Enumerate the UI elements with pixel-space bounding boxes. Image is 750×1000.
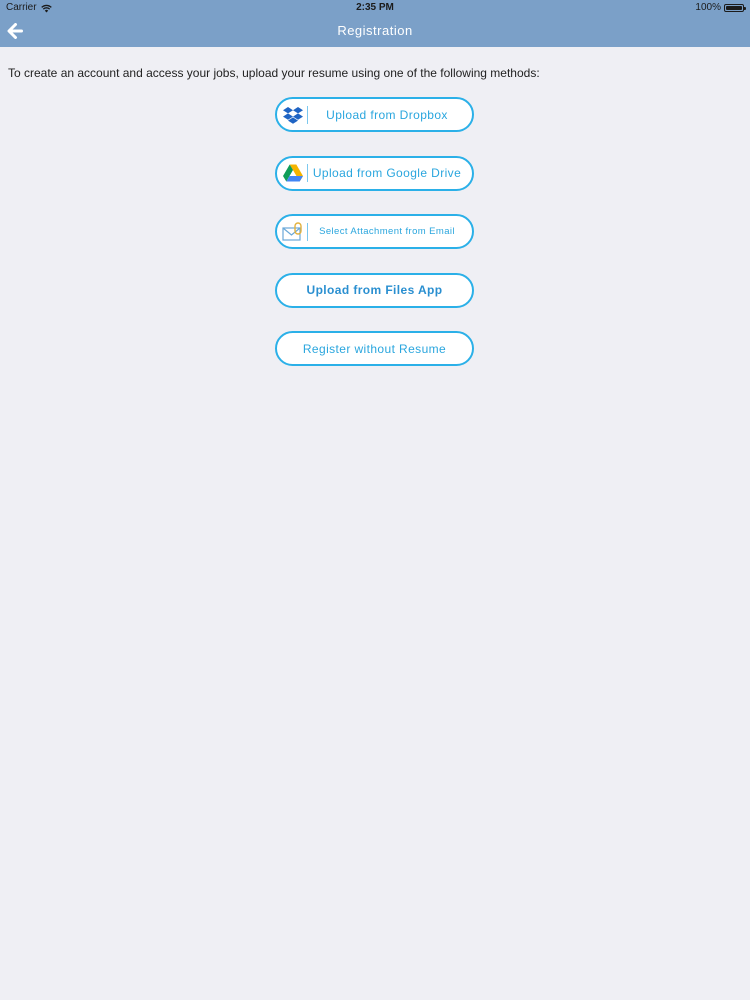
status-right: 100% <box>695 0 746 15</box>
email-attachment-icon <box>281 221 305 243</box>
navigation-bar: Registration <box>0 15 750 47</box>
google-drive-icon <box>281 162 305 184</box>
battery-percent: 100% <box>695 2 721 13</box>
register-without-resume-label: Register without Resume <box>302 341 447 356</box>
upload-google-drive-button[interactable]: Upload from Google Drive <box>275 155 474 191</box>
select-email-attachment-button[interactable]: Select Attachment from Email <box>275 214 474 249</box>
upload-google-drive-label: Upload from Google Drive <box>312 166 462 180</box>
status-time: 2:35 PM <box>356 2 394 13</box>
dropbox-icon <box>281 104 305 126</box>
upload-files-app-button[interactable]: Upload from Files App <box>275 272 474 308</box>
upload-files-app-label: Upload from Files App <box>306 283 443 297</box>
upload-dropbox-label: Upload from Dropbox <box>326 107 448 122</box>
page-title: Registration <box>337 23 413 38</box>
battery-icon <box>724 3 746 12</box>
select-email-attachment-label: Select Attachment from Email <box>319 226 455 237</box>
upload-options: Upload from Dropbox Upload from Google D… <box>275 97 475 390</box>
register-without-resume-button[interactable]: Register without Resume <box>275 331 474 366</box>
intro-text: To create an account and access your job… <box>8 66 540 80</box>
upload-dropbox-button[interactable]: Upload from Dropbox <box>275 97 474 132</box>
status-bar: Carrier 2:35 PM 100% <box>0 0 750 15</box>
